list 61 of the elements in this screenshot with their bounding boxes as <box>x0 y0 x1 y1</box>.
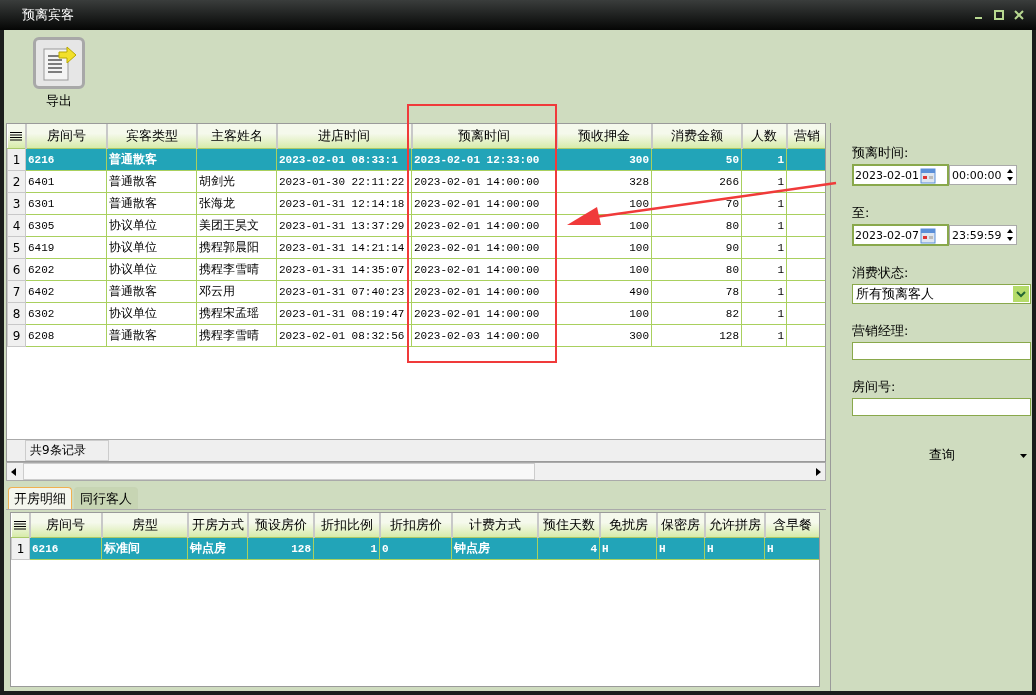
row-number: 2 <box>7 170 26 193</box>
row-number: 5 <box>7 236 26 259</box>
column-header[interactable]: 营销 <box>786 124 825 149</box>
column-header[interactable]: 主客姓名 <box>196 124 277 149</box>
calendar-icon[interactable] <box>919 226 936 244</box>
row-number: 7 <box>7 280 26 303</box>
list-icon[interactable] <box>10 131 22 141</box>
row-number: 1 <box>7 148 26 171</box>
row-number: 8 <box>7 302 26 325</box>
status-dropdown[interactable]: 所有预离客人 <box>852 284 1031 304</box>
scroll-right-icon[interactable] <box>815 467 821 476</box>
column-header[interactable]: 预离时间 <box>411 124 557 149</box>
query-button[interactable]: 查询 <box>852 444 1031 466</box>
row-number: 9 <box>7 324 26 347</box>
field-label: 房间号: <box>852 378 897 396</box>
horizontal-scrollbar[interactable] <box>6 462 826 481</box>
spinner-icon[interactable] <box>1006 168 1014 182</box>
column-header[interactable]: 含早餐 <box>764 513 819 538</box>
date-field[interactable]: 2023-02-01 <box>852 164 949 186</box>
column-header[interactable]: 折扣比例 <box>313 513 380 538</box>
column-header[interactable]: 房型 <box>101 513 188 538</box>
time-field[interactable]: 00:00:00 <box>949 165 1017 185</box>
spinner-icon[interactable] <box>1006 228 1014 242</box>
field-label: 至: <box>852 204 871 222</box>
record-count: 共9条记录 <box>25 440 109 461</box>
row-number: 6 <box>7 258 26 281</box>
calendar-icon[interactable] <box>919 166 936 184</box>
close-icon[interactable] <box>1012 8 1026 22</box>
date-field[interactable]: 2023-02-07 <box>852 224 949 246</box>
caret-icon <box>1020 454 1027 458</box>
scroll-left-icon[interactable] <box>11 467 17 476</box>
column-header[interactable]: 房间号 <box>25 124 107 149</box>
column-header[interactable]: 允许拼房 <box>704 513 765 538</box>
column-header[interactable]: 进店时间 <box>276 124 412 149</box>
column-header[interactable]: 房间号 <box>29 513 102 538</box>
window-title: 预离宾客 <box>22 6 75 24</box>
column-header[interactable]: 预住天数 <box>537 513 600 538</box>
column-header[interactable]: 预设房价 <box>247 513 314 538</box>
row-number: 4 <box>7 214 26 237</box>
row-number: 1 <box>11 537 30 560</box>
column-header[interactable]: 保密房 <box>656 513 705 538</box>
row-number: 3 <box>7 192 26 215</box>
list-icon[interactable] <box>14 520 26 530</box>
column-header[interactable]: 人数 <box>741 124 787 149</box>
tab[interactable]: 同行客人 <box>74 487 138 509</box>
field-label: 消费状态: <box>852 264 910 282</box>
document-arrow-icon <box>41 44 77 82</box>
column-header[interactable]: 宾客类型 <box>106 124 197 149</box>
column-header[interactable]: 免扰房 <box>599 513 657 538</box>
column-header[interactable]: 消费金额 <box>651 124 742 149</box>
column-header[interactable]: 折扣房价 <box>379 513 452 538</box>
column-header[interactable]: 开房方式 <box>187 513 248 538</box>
column-header[interactable]: 预收押金 <box>556 124 652 149</box>
input-field[interactable] <box>852 342 1031 360</box>
tab[interactable]: 开房明细 <box>8 487 72 509</box>
column-header[interactable]: 计费方式 <box>451 513 538 538</box>
input-field[interactable] <box>852 398 1031 416</box>
maximize-icon[interactable] <box>992 8 1006 22</box>
time-field[interactable]: 23:59:59 <box>949 225 1017 245</box>
field-label: 预离时间: <box>852 144 910 162</box>
field-label: 营销经理: <box>852 322 910 340</box>
